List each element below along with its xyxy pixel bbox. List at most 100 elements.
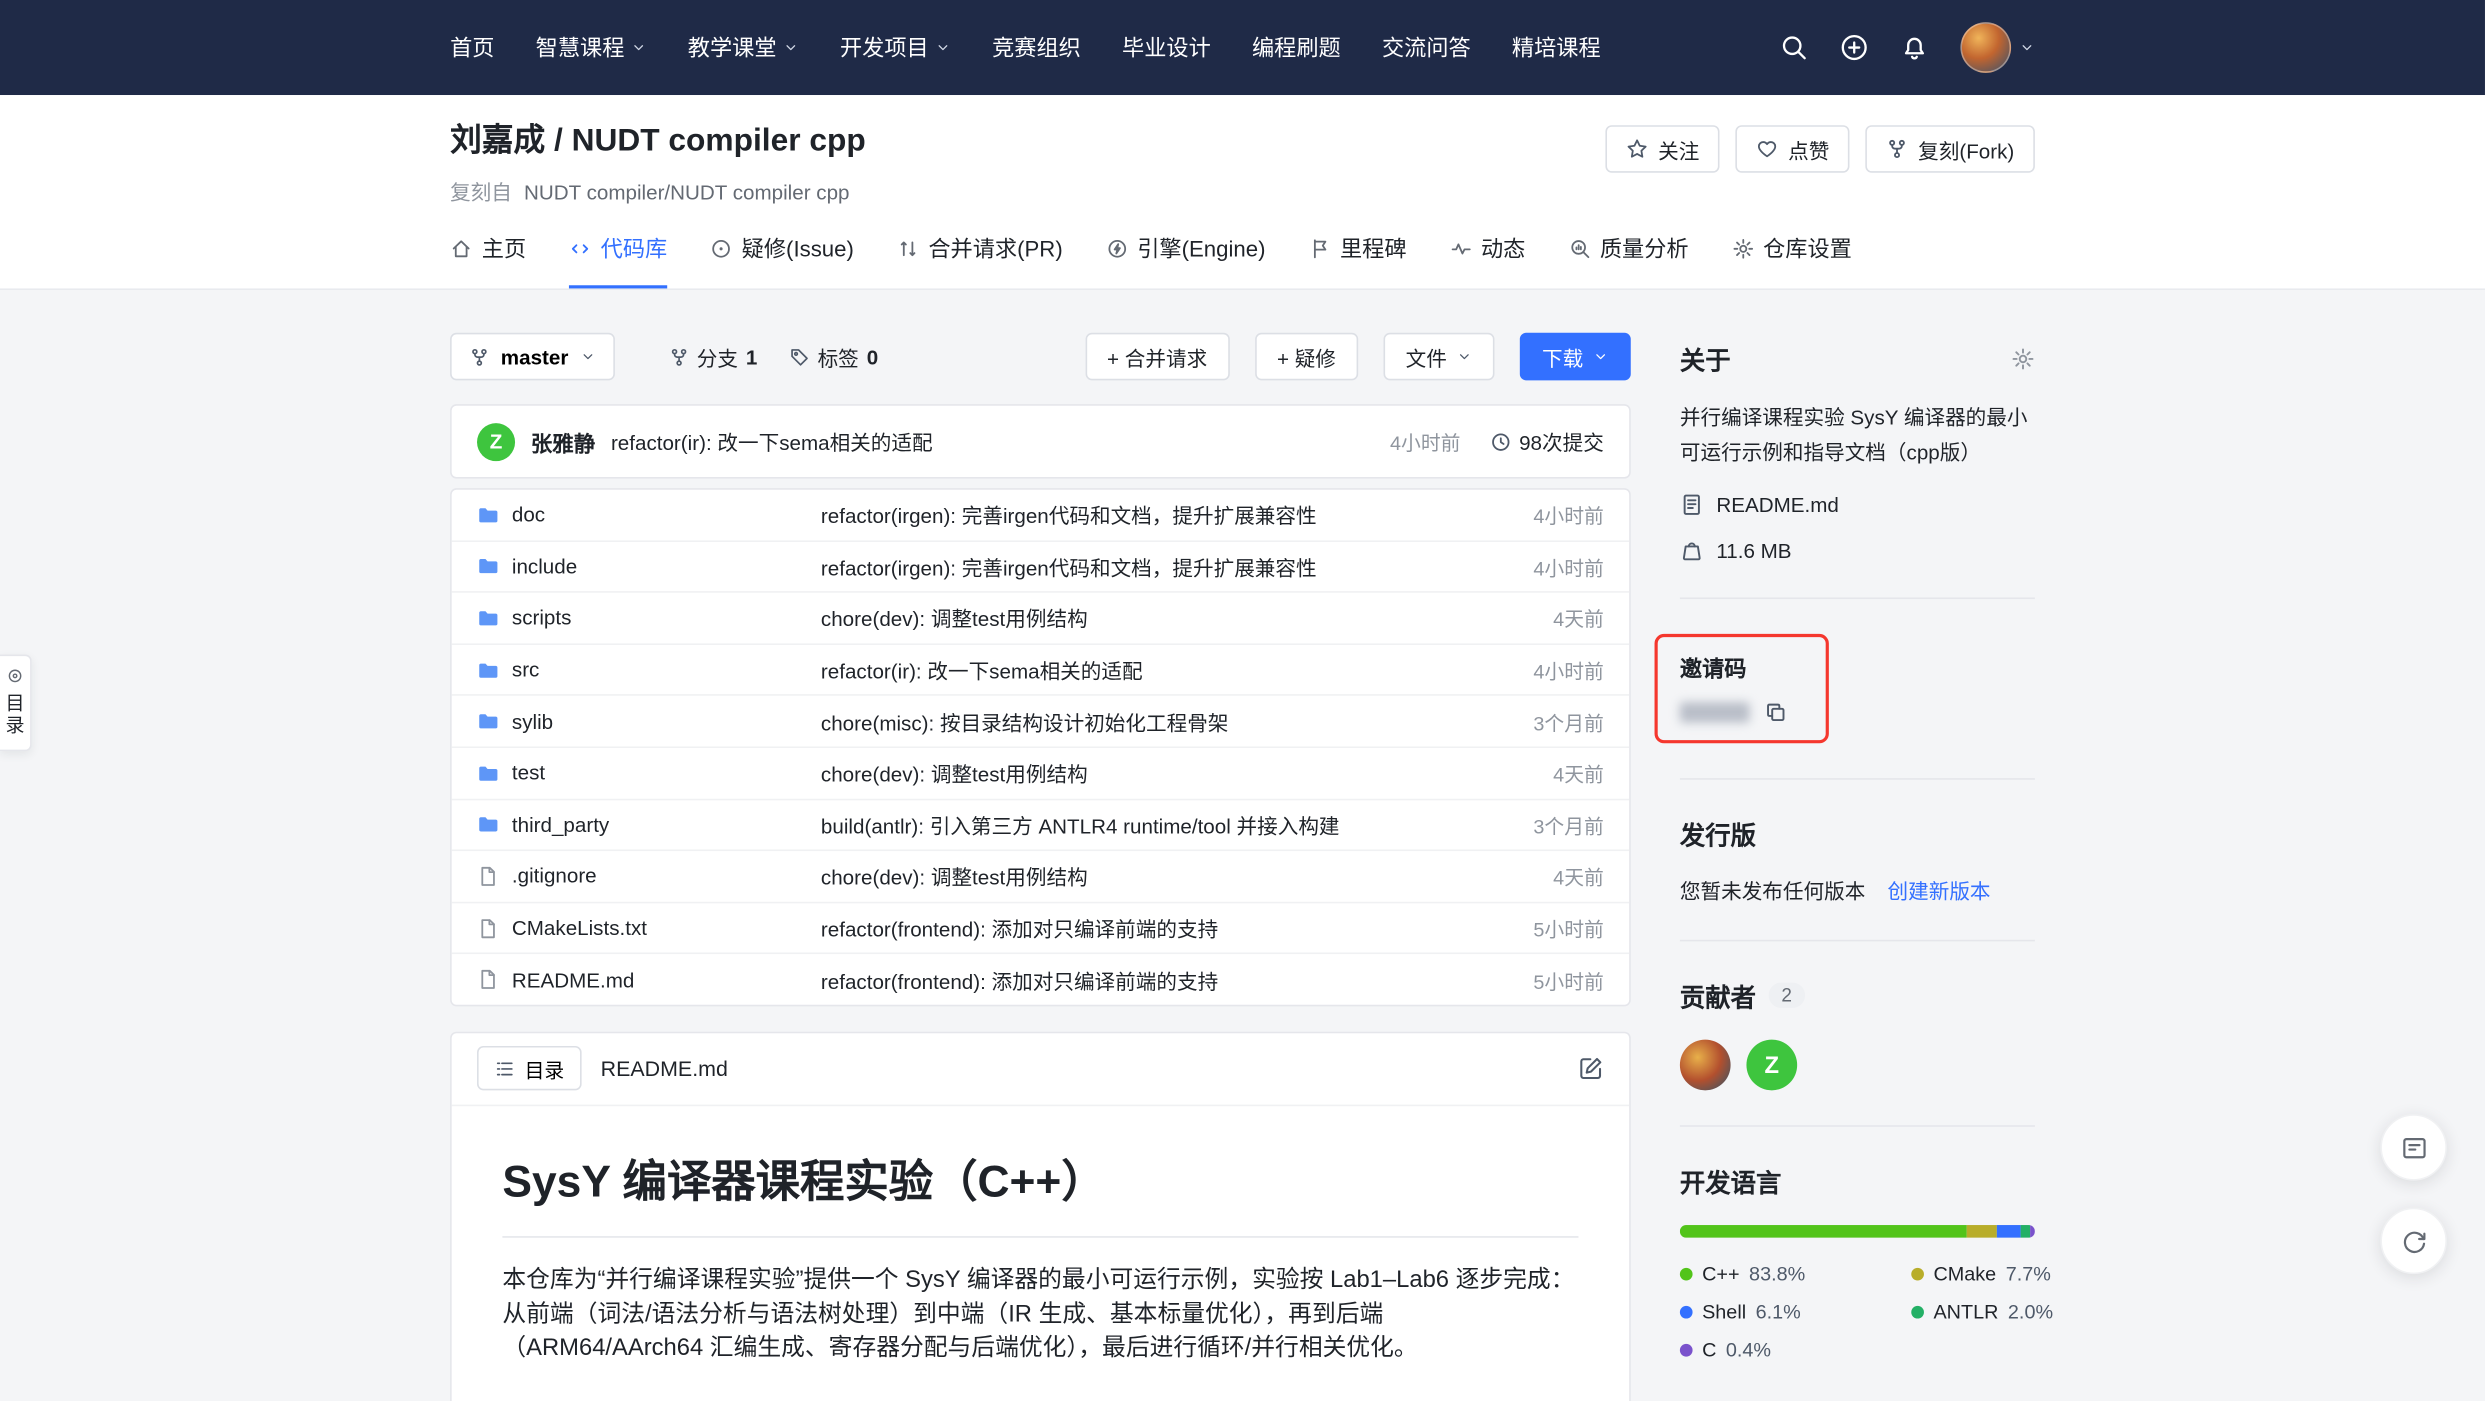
readme-link[interactable]: README.md <box>1680 493 2035 517</box>
nav-item-精培课程[interactable]: 精培课程 <box>1512 32 1601 64</box>
toc-side-tab[interactable]: 目录 <box>0 655 32 752</box>
file-name[interactable]: sylib <box>512 709 553 733</box>
plus-icon[interactable] <box>1840 33 1869 62</box>
tags-stat[interactable]: 标签 0 <box>789 342 878 372</box>
language-segment-CMake <box>1967 1225 1996 1238</box>
file-row[interactable]: test chore(dev): 调整test用例结构4天前 <box>452 748 1630 800</box>
file-row[interactable]: sylibchore(misc): 按目录结构设计初始化工程骨架3个月前 <box>452 696 1630 748</box>
commit-message-link[interactable]: refactor(irgen): 完善irgen代码和文档，提升扩展兼容性 <box>821 551 1483 581</box>
file-name-cell: test <box>452 761 821 785</box>
tab-仓库设置[interactable]: 仓库设置 <box>1731 233 1851 288</box>
new-issue-label: + 疑修 <box>1277 342 1336 372</box>
file-row[interactable]: .gitignorechore(dev): 调整test用例结构4天前 <box>452 851 1630 903</box>
fork-button[interactable]: 复刻(Fork) <box>1866 125 2035 173</box>
copy-icon[interactable] <box>1764 701 1788 725</box>
commit-message-link[interactable]: refactor(frontend): 添加对只编译前端的支持 <box>821 913 1483 943</box>
commit-message-link[interactable]: chore(dev): 调整test用例结构 <box>821 603 1483 633</box>
file-name[interactable]: README.md <box>512 968 635 992</box>
nav-item-开发项目[interactable]: 开发项目 <box>840 32 951 64</box>
tab-合并请求(PR)[interactable]: 合并请求(PR) <box>897 233 1063 288</box>
repo-titles: 刘嘉成 / NUDT compiler cpp 复刻自 NUDT compile… <box>450 120 866 206</box>
file-name[interactable]: third_party <box>512 813 609 837</box>
nav-item-label: 竞赛组织 <box>992 32 1081 64</box>
file-row[interactable]: CMakeLists.txt refactor(frontend): 添加对只编译… <box>452 903 1630 955</box>
nav-item-编程刷题[interactable]: 编程刷题 <box>1252 32 1341 64</box>
file-row[interactable]: srcrefactor(ir): 改一下sema相关的适配4小时前 <box>452 645 1630 697</box>
search-icon[interactable] <box>1780 33 1809 62</box>
contributors-section-title: 贡献者 2 <box>1680 977 2035 1015</box>
commit-message-link[interactable]: refactor(ir): 改一下sema相关的适配 <box>821 655 1483 685</box>
commit-message-link[interactable]: refactor(frontend): 添加对只编译前端的支持 <box>821 965 1483 995</box>
user-menu[interactable] <box>1960 22 2034 73</box>
file-row[interactable]: README.md refactor(frontend): 添加对只编译前端的支持… <box>452 955 1630 1005</box>
repo-header: 刘嘉成 / NUDT compiler cpp 复刻自 NUDT compile… <box>0 95 2485 290</box>
tab-质量分析[interactable]: 质量分析 <box>1568 233 1688 288</box>
files-button[interactable]: 文件 <box>1383 333 1494 381</box>
contributor-avatar[interactable]: Z <box>1746 1040 1797 1091</box>
commit-message-link[interactable]: chore(dev): 调整test用例结构 <box>821 861 1483 891</box>
file-row[interactable]: doc refactor(irgen): 完善irgen代码和文档，提升扩展兼容性… <box>452 490 1630 542</box>
readme-filename: README.md <box>601 1057 728 1081</box>
fork-source-link[interactable]: NUDT compiler/NUDT compiler cpp <box>524 181 850 205</box>
nav-item-教学课堂[interactable]: 教学课堂 <box>688 32 799 64</box>
file-table: doc refactor(irgen): 完善irgen代码和文档，提升扩展兼容性… <box>450 488 1631 1006</box>
repo-tabs: 主页代码库疑修(Issue) 合并请求(PR) 引擎(Engine) 里程碑动态质量分… <box>450 233 2035 288</box>
new-pr-button[interactable]: + 合并请求 <box>1085 333 1230 381</box>
commit-message-link[interactable]: refactor(ir): 改一下sema相关的适配 <box>611 426 933 456</box>
file-name[interactable]: test <box>512 761 545 785</box>
commit-author-avatar[interactable]: Z <box>477 422 515 460</box>
file-row[interactable]: third_party build(antlr): 引入第三方 ANTLR4 ru… <box>452 800 1630 852</box>
branch-selector[interactable]: master <box>450 333 614 381</box>
weight-icon <box>1680 539 1704 563</box>
file-name[interactable]: scripts <box>512 606 572 630</box>
tab-主页[interactable]: 主页 <box>450 233 526 288</box>
commit-message-link[interactable]: chore(misc): 按目录结构设计初始化工程骨架 <box>821 706 1483 736</box>
fork-button-label: 复刻(Fork) <box>1918 134 2014 164</box>
file-row[interactable]: include refactor(irgen): 完善irgen代码和文档，提升扩… <box>452 541 1630 593</box>
download-button[interactable]: 下载 <box>1520 333 1631 381</box>
nav-item-交流问答[interactable]: 交流问答 <box>1382 32 1471 64</box>
file-name-cell: scripts <box>452 606 821 630</box>
repo-files-column: master 分支 1 标签 0 + 合 <box>450 333 1631 1401</box>
file-name[interactable]: doc <box>512 503 545 527</box>
toc-button[interactable]: 目录 <box>477 1047 582 1091</box>
feedback-button[interactable] <box>2380 1114 2447 1181</box>
watch-button[interactable]: 关注 <box>1606 125 1720 173</box>
commit-count[interactable]: 98次提交 <box>1489 426 1604 456</box>
tab-引擎(Engine)[interactable]: 引擎(Engine) <box>1106 233 1266 288</box>
refresh-button[interactable] <box>2380 1208 2447 1275</box>
nav-item-竞赛组织[interactable]: 竞赛组织 <box>992 32 1081 64</box>
file-name-cell: include <box>452 555 821 579</box>
languages-title: 开发语言 <box>1680 1162 1781 1200</box>
branches-stat[interactable]: 分支 1 <box>668 342 757 372</box>
contributor-avatar[interactable] <box>1680 1040 1731 1091</box>
tab-代码库[interactable]: 代码库 <box>569 233 667 288</box>
file-time: 4天前 <box>1483 758 1629 788</box>
tab-动态[interactable]: 动态 <box>1449 233 1525 288</box>
chevron-down-icon <box>1593 349 1609 365</box>
like-button[interactable]: 点赞 <box>1736 125 1850 173</box>
commit-message-link[interactable]: refactor(irgen): 完善irgen代码和文档，提升扩展兼容性 <box>821 500 1483 530</box>
edit-icon[interactable] <box>1578 1056 1603 1081</box>
tab-疑修(Issue)[interactable]: 疑修(Issue) <box>710 233 854 288</box>
nav-item-智慧课程[interactable]: 智慧课程 <box>536 32 647 64</box>
gear-icon[interactable] <box>2011 346 2035 370</box>
commit-message-link[interactable]: build(antlr): 引入第三方 ANTLR4 runtime/tool … <box>821 810 1483 840</box>
create-release-link[interactable]: 创建新版本 <box>1888 875 1991 905</box>
bell-icon[interactable] <box>1900 33 1929 62</box>
file-name-cell: CMakeLists.txt <box>452 916 821 940</box>
file-name[interactable]: .gitignore <box>512 864 597 888</box>
commit-message-link[interactable]: chore(dev): 调整test用例结构 <box>821 758 1483 788</box>
refresh-icon <box>2400 1227 2427 1254</box>
tab-里程碑[interactable]: 里程碑 <box>1308 233 1406 288</box>
file-name-cell: .gitignore <box>452 864 821 888</box>
file-name[interactable]: src <box>512 658 539 682</box>
language-dot <box>1911 1268 1924 1281</box>
commit-author[interactable]: 张雅静 <box>531 426 595 458</box>
file-row[interactable]: scriptschore(dev): 调整test用例结构4天前 <box>452 593 1630 645</box>
file-name[interactable]: include <box>512 555 577 579</box>
nav-item-毕业设计[interactable]: 毕业设计 <box>1122 32 1211 64</box>
nav-item-首页[interactable]: 首页 <box>450 32 494 64</box>
file-name[interactable]: CMakeLists.txt <box>512 916 647 940</box>
new-issue-button[interactable]: + 疑修 <box>1255 333 1358 381</box>
